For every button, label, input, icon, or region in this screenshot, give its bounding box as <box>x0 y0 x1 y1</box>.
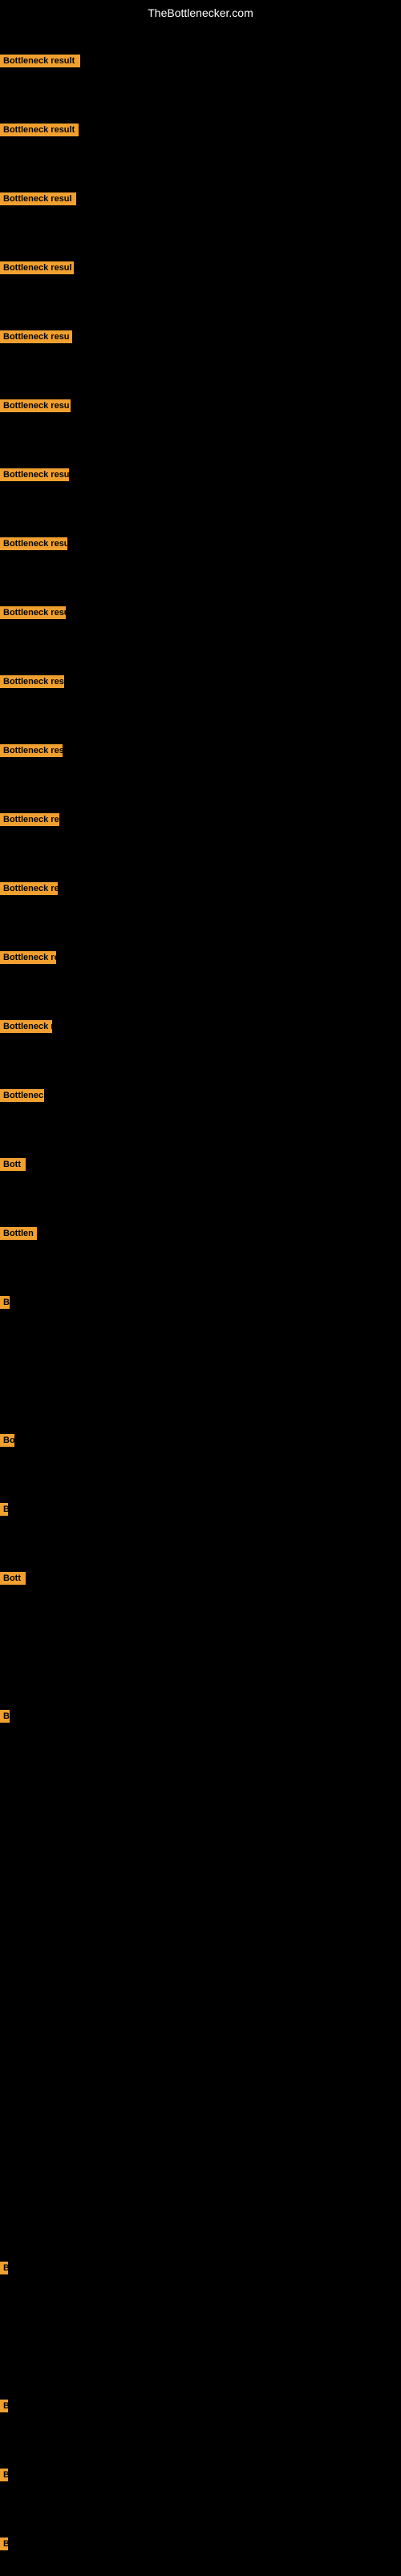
bottleneck-badge: B <box>0 2262 8 2274</box>
bottleneck-result-item: B <box>0 2400 8 2412</box>
bottleneck-result-item: B <box>0 1710 10 1723</box>
bottleneck-result-item: Bottleneck res <box>0 951 56 964</box>
bottleneck-badge: Bottleneck re <box>0 1020 52 1033</box>
bottleneck-result-item: Bottleneck resul <box>0 192 76 205</box>
bottleneck-result-item: Bottleneck re <box>0 1020 52 1033</box>
bottleneck-result-item: Bottleneck resu <box>0 537 67 550</box>
bottleneck-result-item: Bottleneck resu <box>0 330 72 343</box>
bottleneck-result-item: Bottlenec <box>0 1089 44 1102</box>
bottleneck-result-item: Bottlen <box>0 1227 37 1240</box>
bottleneck-badge: Bo <box>0 1434 14 1447</box>
bottleneck-result-item: B <box>0 2262 8 2274</box>
bottleneck-badge: B <box>0 2538 8 2550</box>
bottleneck-result-item: B <box>0 1503 8 1516</box>
bottleneck-badge: B <box>0 2469 8 2481</box>
bottleneck-badge: Bottleneck result <box>0 124 79 136</box>
bottleneck-result-item: Bott <box>0 1572 26 1585</box>
bottleneck-badge: Bottleneck resu <box>0 399 71 412</box>
bottleneck-result-item: Bott <box>0 1158 26 1171</box>
bottleneck-badge: B <box>0 1503 8 1516</box>
bottleneck-badge: B <box>0 1710 10 1723</box>
bottleneck-result-item: Bottleneck resu <box>0 468 69 481</box>
bottleneck-result-item: Bottleneck resu <box>0 744 63 757</box>
bottleneck-badge: Bottleneck resul <box>0 261 74 274</box>
bottleneck-badge: Bottlenec <box>0 1089 44 1102</box>
site-title: TheBottlenecker.com <box>0 0 401 26</box>
bottleneck-badge: Bottleneck resu <box>0 744 63 757</box>
bottleneck-badge: Bott <box>0 1158 26 1171</box>
bottleneck-result-item: B <box>0 2469 8 2481</box>
bottleneck-badge: Bottleneck resul <box>0 192 76 205</box>
bottleneck-badge: Bottleneck res <box>0 951 56 964</box>
bottleneck-result-item: Bottleneck res <box>0 813 59 826</box>
bottleneck-badge: Bottleneck resu <box>0 330 72 343</box>
bottleneck-badge: B <box>0 1296 10 1309</box>
bottleneck-result-item: Bo <box>0 1434 14 1447</box>
bottleneck-result-item: Bottleneck resul <box>0 261 74 274</box>
bottleneck-result-item: B <box>0 2538 8 2550</box>
bottleneck-result-item: Bottleneck resu <box>0 606 66 619</box>
bottleneck-result-item: Bottleneck result <box>0 124 79 136</box>
bottleneck-result-item: Bottleneck res <box>0 882 58 895</box>
bottleneck-badge: Bottleneck res <box>0 813 59 826</box>
bottleneck-result-item: B <box>0 1296 10 1309</box>
bottleneck-badge: Bottleneck resu <box>0 468 69 481</box>
bottleneck-badge: Bottleneck res <box>0 882 58 895</box>
bottleneck-badge: Bottleneck resu <box>0 537 67 550</box>
bottleneck-badge: Bottleneck resu <box>0 606 66 619</box>
bottleneck-result-item: Bottleneck resu <box>0 675 64 688</box>
bottleneck-badge: B <box>0 2400 8 2412</box>
bottleneck-result-item: Bottleneck resu <box>0 399 71 412</box>
bottleneck-badge: Bottlen <box>0 1227 37 1240</box>
bottleneck-badge: Bott <box>0 1572 26 1585</box>
bottleneck-badge: Bottleneck resu <box>0 675 64 688</box>
bottleneck-result-item: Bottleneck result <box>0 55 80 67</box>
bottleneck-badge: Bottleneck result <box>0 55 80 67</box>
